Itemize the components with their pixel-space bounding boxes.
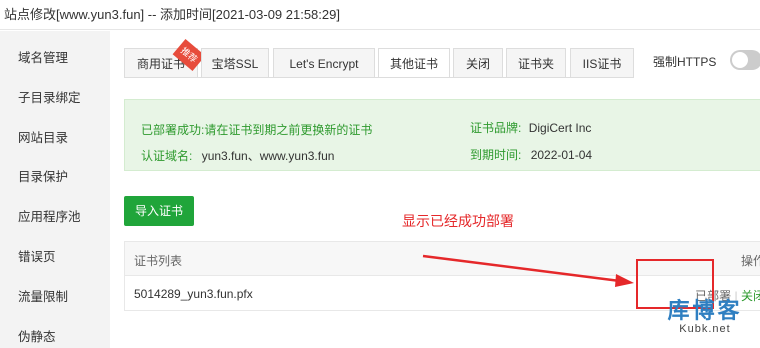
force-https-toggle[interactable] [730,50,760,70]
deploy-status-label: 已部署成功: [141,123,205,137]
cert-domain-label: 认证域名: [141,149,193,163]
watermark-main: 库博客 [667,298,743,323]
col-cert-list: 证书列表 [134,254,183,268]
cert-domain: 认证域名: yun3.fun、www.yun3.fun [141,147,334,164]
tab-iis-cert[interactable]: IIS证书 [570,48,634,78]
deploy-status: 已部署成功:请在证书到期之前更换新的证书 [141,121,372,138]
tab-close[interactable]: 关闭 [453,48,503,78]
cert-status-panel: 已部署成功:请在证书到期之前更换新的证书 认证域名: yun3.fun、www.… [124,99,760,171]
sidebar-item-traffic[interactable]: 流量限制 [18,286,68,305]
tab-label: IIS证书 [582,57,622,71]
tab-label: 关闭 [465,57,490,71]
cert-filename: 5014289_yun3.fun.pfx [134,287,253,301]
cert-brand-value: DigiCert Inc [528,121,592,135]
cert-expiry-label: 到期时间: [470,148,522,162]
cert-brand-label: 证书品牌: [470,121,522,135]
tab-other-cert[interactable]: 其他证书 [378,48,450,78]
sidebar-item-dirprotect[interactable]: 目录保护 [18,166,68,185]
tab-label: Let's Encrypt [289,57,359,71]
sidebar-item-apppool[interactable]: 应用程序池 [18,206,81,225]
watermark-logo: 库博客 Kubk.net [655,293,755,335]
sidebar-item-domain[interactable]: 域名管理 [18,47,68,66]
tab-letsencrypt[interactable]: Let's Encrypt [273,48,375,78]
cert-brand: 证书品牌: DigiCert Inc [470,119,591,136]
tab-label: 宝塔SSL [211,57,259,71]
sidebar-item-subdir[interactable]: 子目录绑定 [18,87,81,106]
sidebar: 域名管理 子目录绑定 网站目录 目录保护 应用程序池 错误页 流量限制 伪静态 [0,31,110,348]
sidebar-item-rewrite[interactable]: 伪静态 [18,326,56,345]
sidebar-item-sitedir[interactable]: 网站目录 [18,127,68,146]
tab-label: 其他证书 [389,57,438,71]
cert-domain-value: yun3.fun、www.yun3.fun [201,149,335,163]
tab-label: 证书夹 [517,57,554,71]
tab-divider [124,77,624,78]
force-https-label: 强制HTTPS [653,55,717,69]
sidebar-item-errorpage[interactable]: 错误页 [18,246,56,265]
window-title: 站点修改[www.yun3.fun] -- 添加时间[2021-03-09 21… [0,0,760,30]
tab-cert-folder[interactable]: 证书夹 [506,48,566,78]
ssl-panel: 商用证书 推荐 宝塔SSL Let's Encrypt 其他证书 关闭 证书夹 … [110,31,760,348]
toggle-knob [732,52,748,68]
cert-expiry-value: 2022-01-04 [530,148,593,162]
deploy-status-text: 请在证书到期之前更换新的证书 [204,123,373,137]
col-actions: 操作 [740,254,760,268]
import-cert-button[interactable]: 导入证书 [124,196,194,226]
cert-expiry: 到期时间: 2022-01-04 [470,146,592,163]
tab-bt-ssl[interactable]: 宝塔SSL [201,48,269,78]
annotation-text: 显示已经成功部署 [402,213,514,229]
